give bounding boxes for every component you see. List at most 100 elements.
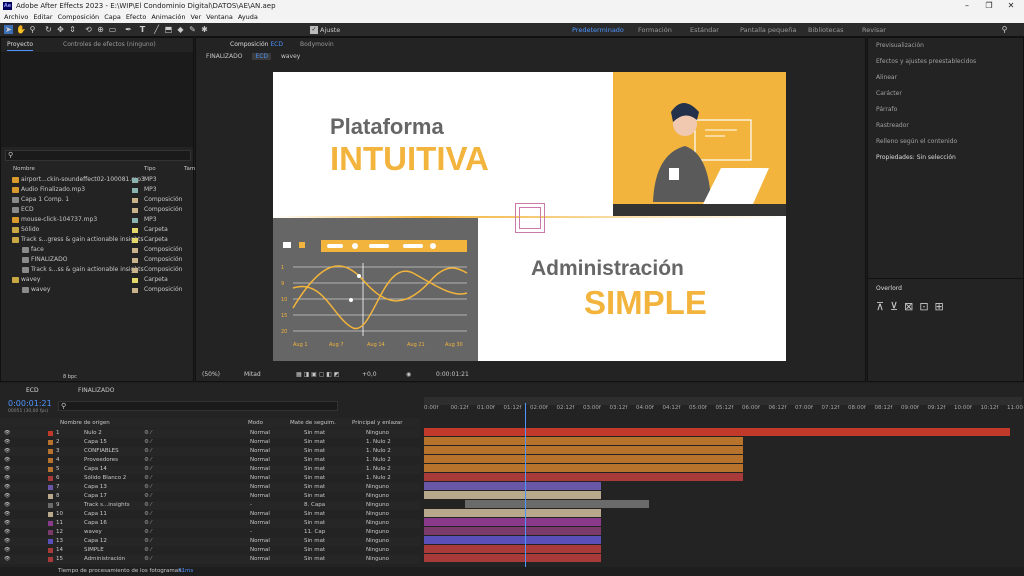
label-color-swatch[interactable] (132, 278, 138, 283)
search-help-icon[interactable]: ⚲ (1000, 25, 1009, 34)
selection-tool-icon[interactable]: ➤ (4, 25, 13, 34)
layer-parent-select[interactable]: Ninguno (366, 429, 389, 438)
layer-row[interactable]: 👁 5 Capa 14 ⚙ ⁄ Normal Sin mat 1. Nulo 2 (0, 465, 420, 474)
layer-row[interactable]: 👁 14 SIMPLE ⚙ ⁄ Normal Sin mat Ninguno (0, 546, 420, 555)
eraser-tool-icon[interactable]: ◆ (176, 25, 185, 34)
project-item[interactable]: Track s...gress & gain actionable insigh… (1, 235, 195, 245)
layer-duration-bar[interactable] (424, 446, 744, 454)
layer-name[interactable]: Capa 17 (84, 492, 107, 501)
layer-matte-select[interactable]: Sin mat (304, 447, 325, 456)
layer-name[interactable]: Sólido Blanco 2 (84, 474, 126, 483)
zoom-tool-icon[interactable]: ⚲ (28, 25, 37, 34)
project-item[interactable]: Track s...ss & gain actionable insights C… (1, 265, 195, 275)
label-color-swatch[interactable] (132, 258, 138, 263)
layer-duration-bar[interactable] (424, 509, 601, 517)
layer-color-swatch[interactable] (48, 458, 53, 463)
panel-align[interactable]: Alinear (876, 74, 897, 81)
layer-switches-icon[interactable]: ⚙ ⁄ (144, 537, 152, 546)
visibility-eye-icon[interactable]: 👁 (4, 447, 10, 456)
layer-duration-bar[interactable] (424, 464, 744, 472)
layer-name[interactable]: CONFIABLES (84, 447, 119, 456)
rectangle-tool-icon[interactable]: ▭ (108, 25, 117, 34)
layer-row[interactable]: 👁 9 Track s...insights ⚙ ⁄ - 8. Capa Ninguno (0, 501, 420, 510)
layer-parent-select[interactable]: Ninguno (366, 510, 389, 519)
layer-mode-select[interactable]: Normal (250, 546, 270, 555)
anchor-tool-icon[interactable]: ⊕ (96, 25, 105, 34)
layer-row[interactable]: 👁 15 Administración ⚙ ⁄ Normal Sin mat Ninguno (0, 555, 420, 564)
zoom-select[interactable]: (50%) (202, 368, 220, 382)
rotate-tool-icon[interactable]: ⟲ (84, 25, 93, 34)
layer-matte-select[interactable]: Sin mat (304, 465, 325, 474)
project-item[interactable]: wavey Carpeta (1, 275, 195, 285)
layer-duration-bar[interactable] (424, 482, 601, 490)
puppet-tool-icon[interactable]: ✱ (200, 25, 209, 34)
layer-switches-icon[interactable]: ⚙ ⁄ (144, 465, 152, 474)
layer-parent-select[interactable]: 1. Nulo 2 (366, 465, 391, 474)
project-item[interactable]: Audio Finalizado.mp3 MP3 (1, 185, 195, 195)
layer-switches-icon[interactable]: ⚙ ⁄ (144, 438, 152, 447)
menu-ventana[interactable]: Ventana (202, 12, 233, 21)
project-item[interactable]: Sólido Carpeta (1, 225, 195, 235)
layer-duration-bar[interactable] (424, 437, 744, 445)
layer-duration-bar[interactable] (424, 545, 601, 553)
col-source-name[interactable]: Nombre de origen (60, 418, 110, 428)
layer-color-swatch[interactable] (48, 431, 53, 436)
menu-efecto[interactable]: Efecto (122, 12, 147, 21)
layer-duration-bar[interactable] (424, 527, 601, 535)
tab-effect-controls[interactable]: Controles de efectos (ninguno) (63, 38, 156, 51)
layer-color-swatch[interactable] (48, 476, 53, 481)
project-item[interactable]: FINALIZADO Composición (1, 255, 195, 265)
close-icon[interactable]: ✕ (1000, 0, 1022, 12)
layer-parent-select[interactable]: Ninguno (366, 555, 389, 564)
layer-color-swatch[interactable] (48, 449, 53, 454)
layer-switches-icon[interactable]: ⚙ ⁄ (144, 456, 152, 465)
layer-color-swatch[interactable] (48, 440, 53, 445)
menu-editar[interactable]: Editar (29, 12, 52, 21)
layer-row[interactable]: 👁 7 Capa 13 ⚙ ⁄ Normal Sin mat Ninguno (0, 483, 420, 492)
label-color-swatch[interactable] (132, 228, 138, 233)
layer-matte-select[interactable]: Sin mat (304, 492, 325, 501)
layer-mode-select[interactable]: Normal (250, 519, 270, 528)
timeline-tab-finalizado[interactable]: FINALIZADO (78, 387, 114, 394)
layer-duration-bar[interactable] (424, 455, 744, 463)
layer-parent-select[interactable]: Ninguno (366, 483, 389, 492)
layer-name[interactable]: Capa 14 (84, 465, 107, 474)
time-ruler[interactable]: 0:00f 00:12f 01:00f 01:12f 02:00f 02:12f 03:00… (424, 383, 1024, 423)
layer-row[interactable]: 👁 8 Capa 17 ⚙ ⁄ Normal Sin mat Ninguno (0, 492, 420, 501)
layer-mode-select[interactable]: Normal (250, 465, 270, 474)
brush-tool-icon[interactable]: ╱ (152, 25, 161, 34)
tab-bodymovin[interactable]: Bodymovin (300, 38, 334, 51)
layer-row[interactable]: 👁 3 CONFIABLES ⚙ ⁄ Normal Sin mat 1. Nulo 2 (0, 447, 420, 456)
panel-preview[interactable]: Previsualización (876, 42, 924, 49)
layer-duration-bar[interactable] (424, 554, 601, 562)
visibility-eye-icon[interactable]: 👁 (4, 492, 10, 501)
layer-switches-icon[interactable]: ⚙ ⁄ (144, 546, 152, 555)
col-track-matte[interactable]: Mate de seguim. (290, 418, 336, 428)
snap-checkbox[interactable]: ✓ (310, 26, 318, 34)
layer-parent-select[interactable]: 1. Nulo 2 (366, 474, 391, 483)
visibility-eye-icon[interactable]: 👁 (4, 483, 10, 492)
col-type[interactable]: Tipo (144, 164, 156, 174)
maximize-icon[interactable]: ❐ (978, 0, 1000, 12)
layer-parent-select[interactable]: Ninguno (366, 528, 389, 537)
layer-name[interactable]: Capa 13 (84, 483, 107, 492)
layer-switches-icon[interactable]: ⚙ ⁄ (144, 528, 152, 537)
layer-switches-icon[interactable]: ⚙ ⁄ (144, 429, 152, 438)
layer-color-swatch[interactable] (48, 503, 53, 508)
project-item[interactable]: face Composición (1, 245, 195, 255)
project-search-input[interactable]: ⚲ (5, 150, 191, 161)
layer-name[interactable]: SIMPLE (84, 546, 104, 555)
exposure-value[interactable]: +0,0 (362, 368, 377, 382)
layer-row[interactable]: 👁 6 Sólido Blanco 2 ⚙ ⁄ Normal Sin mat 1. Nulo… (0, 474, 420, 483)
layer-name[interactable]: Track s...insights (84, 501, 130, 510)
layer-color-swatch[interactable] (48, 539, 53, 544)
col-mode[interactable]: Modo (248, 418, 263, 428)
layer-switches-icon[interactable]: ⚙ ⁄ (144, 492, 152, 501)
layer-name[interactable]: Nulo 2 (84, 429, 102, 438)
project-item[interactable]: wavey Composición (1, 285, 195, 295)
layer-color-swatch[interactable] (48, 512, 53, 517)
layer-parent-select[interactable]: 1. Nulo 2 (366, 456, 391, 465)
label-color-swatch[interactable] (132, 218, 138, 223)
label-color-swatch[interactable] (132, 198, 138, 203)
layer-matte-select[interactable]: Sin mat (304, 474, 325, 483)
